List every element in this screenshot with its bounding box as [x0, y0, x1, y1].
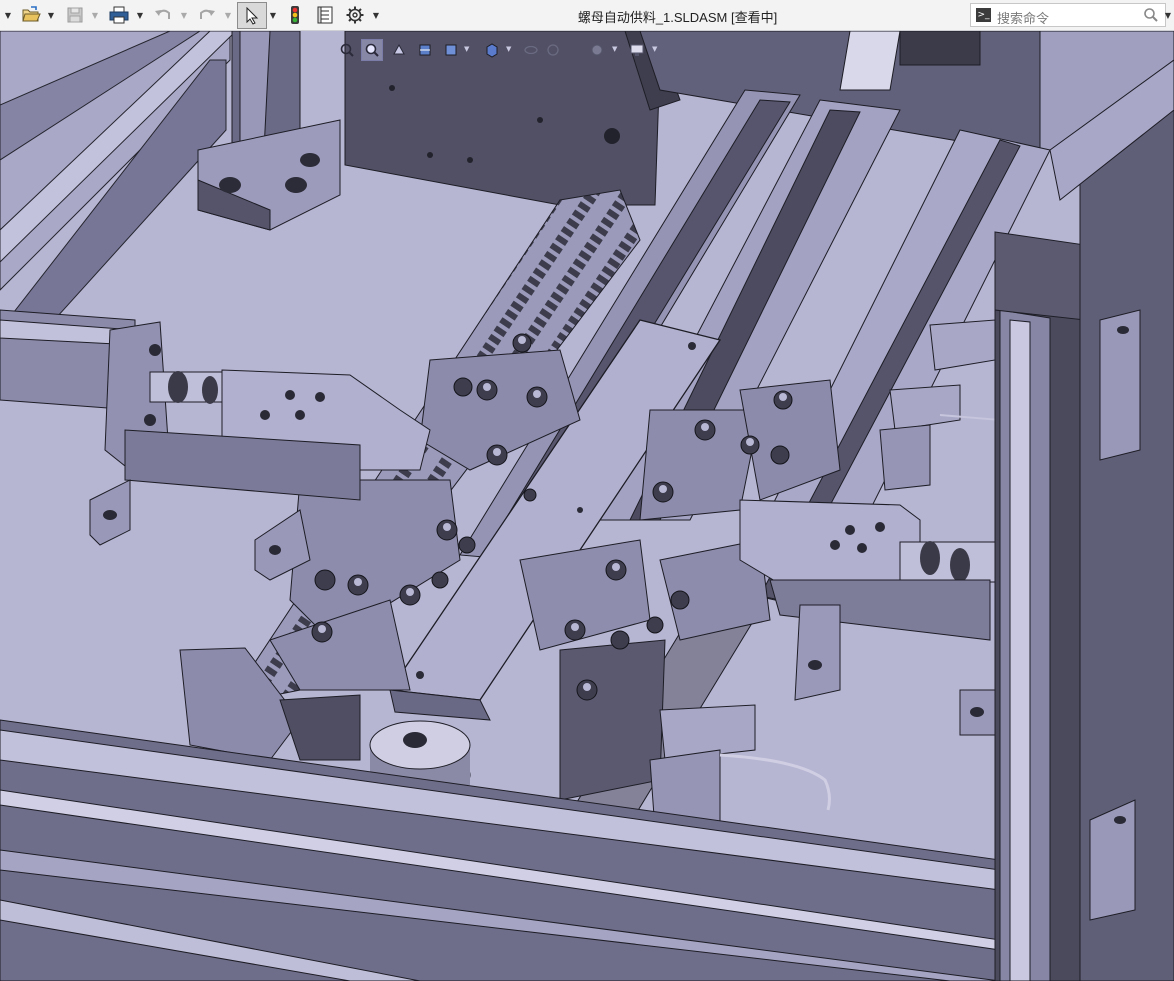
- search-dropdown-icon[interactable]: ▼: [1163, 9, 1173, 21]
- undo-icon[interactable]: [150, 3, 176, 27]
- open-folder-icon[interactable]: [18, 3, 44, 27]
- undo-dropdown-icon[interactable]: ▼: [179, 9, 189, 21]
- section-view-icon[interactable]: [414, 39, 436, 61]
- open-dropdown-icon[interactable]: ▼: [46, 9, 56, 21]
- zoom-to-fit-icon[interactable]: [336, 39, 358, 61]
- view-orientation-dropdown-icon[interactable]: ▼: [464, 45, 469, 53]
- search-icon[interactable]: [1143, 7, 1159, 27]
- options-dropdown-icon[interactable]: ▼: [371, 9, 381, 21]
- search-commands-box[interactable]: >_ 搜索命令: [970, 3, 1166, 27]
- view-settings-dropdown-icon[interactable]: ▼: [652, 45, 657, 53]
- view-settings-icon[interactable]: [626, 39, 648, 61]
- assembly-model-render: [0, 31, 1174, 981]
- apply-scene-icon[interactable]: [586, 39, 608, 61]
- command-prompt-icon: >_: [976, 8, 991, 22]
- hide-show-icon[interactable]: [520, 39, 542, 61]
- redo-dropdown-icon[interactable]: ▼: [223, 9, 233, 21]
- print-icon[interactable]: [106, 3, 132, 27]
- select-dropdown-icon[interactable]: ▼: [268, 9, 278, 21]
- display-style-icon[interactable]: [481, 39, 503, 61]
- previous-view-icon[interactable]: [388, 39, 410, 61]
- save-dropdown-icon[interactable]: ▼: [90, 9, 100, 21]
- options-gear-icon[interactable]: [342, 3, 368, 27]
- search-placeholder: 搜索命令: [997, 11, 1050, 26]
- heads-up-view-toolbar: ▼ ▼ ▼ ▼: [336, 37, 666, 63]
- title-bar: ▼ ▼ ▼ ▼ ▼ ▼ ▼ ▼ 螺母自动供料_1.SLDASM [查看中] >_…: [0, 0, 1174, 31]
- edit-appearance-icon[interactable]: [542, 39, 564, 61]
- save-icon[interactable]: [62, 3, 88, 27]
- window-title: 螺母自动供料_1.SLDASM [查看中]: [577, 10, 778, 25]
- file-properties-icon[interactable]: [312, 3, 338, 27]
- apply-scene-dropdown-icon[interactable]: ▼: [612, 45, 617, 53]
- view-orientation-icon[interactable]: [440, 39, 462, 61]
- zoom-area-icon[interactable]: [361, 39, 383, 61]
- rebuild-traffic-light-icon[interactable]: [284, 3, 306, 27]
- display-style-dropdown-icon[interactable]: ▼: [506, 45, 511, 53]
- graphics-area[interactable]: ▼ ▼ ▼ ▼: [0, 31, 1174, 981]
- print-dropdown-icon[interactable]: ▼: [135, 9, 145, 21]
- select-pointer-icon[interactable]: [237, 2, 267, 29]
- redo-icon[interactable]: [194, 3, 220, 27]
- menu-dropdown-arrow-icon[interactable]: ▼: [3, 9, 13, 21]
